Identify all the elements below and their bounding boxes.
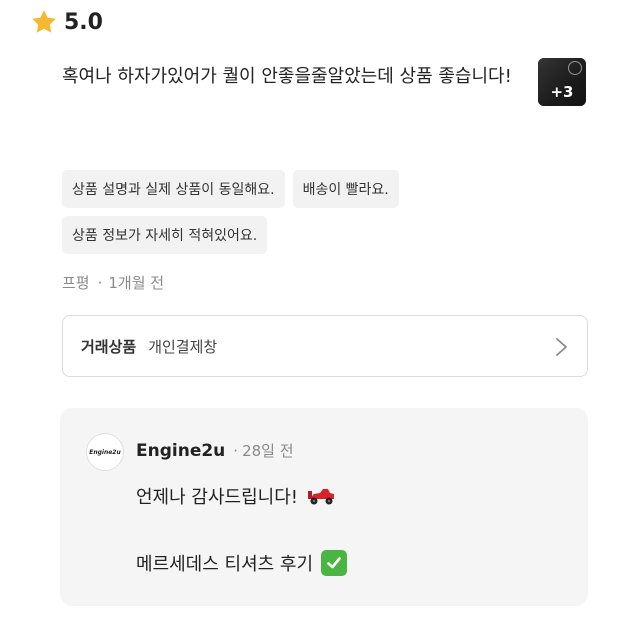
seller-info: Engine2u · 28일 전 xyxy=(136,440,294,461)
reply-time: 28일 전 xyxy=(242,442,294,460)
review-meta: 프평 · 1개월 전 xyxy=(62,272,164,293)
reply-text-line1: 언제나 감사드립니다! xyxy=(136,483,336,509)
review-text: 혹여나 하자가있어가 퀄이 안좋을줄알았는데 상품 좋습니다! xyxy=(62,66,512,87)
photo-more-count: +3 xyxy=(550,83,574,101)
traded-product-link[interactable]: 거래상품 개인결제창 xyxy=(62,315,588,377)
seller-reply: Engine2u Engine2u · 28일 전 언제나 감사드립니다! 메르… xyxy=(60,408,588,606)
rating-value: 5.0 xyxy=(64,9,103,35)
review-time: 1개월 전 xyxy=(108,274,165,292)
rating: 5.0 xyxy=(30,8,103,36)
chevron-right-icon xyxy=(556,338,567,356)
review-tags: 상품 설명과 실제 상품이 동일해요. 배송이 빨라요. 상품 정보가 자세히 … xyxy=(62,170,532,254)
reply-message: 메르세데스 티셔츠 후기 xyxy=(136,554,314,575)
meta-separator: · xyxy=(97,273,103,292)
review-tag: 상품 설명과 실제 상품이 동일해요. xyxy=(62,170,285,208)
check-mark-icon xyxy=(321,550,348,576)
star-icon xyxy=(32,10,56,33)
product-name: 개인결제창 xyxy=(148,337,218,356)
reply-text-line2: 메르세데스 티셔츠 후기 xyxy=(136,550,348,576)
review-author: 프평 xyxy=(62,274,90,292)
reply-separator: · xyxy=(233,441,239,460)
review-tag: 상품 정보가 자세히 적혀있어요. xyxy=(62,216,268,254)
product-label: 거래상품 xyxy=(81,337,137,356)
reply-message: 언제나 감사드립니다! xyxy=(136,487,298,508)
race-car-icon xyxy=(307,489,334,505)
review-photo-thumbnail[interactable]: +3 xyxy=(538,58,586,106)
seller-avatar-text: Engine2u xyxy=(89,448,121,456)
seller-name[interactable]: Engine2u xyxy=(136,441,225,461)
seller-avatar[interactable]: Engine2u xyxy=(86,433,124,471)
review-tag: 배송이 빨라요. xyxy=(292,170,399,208)
